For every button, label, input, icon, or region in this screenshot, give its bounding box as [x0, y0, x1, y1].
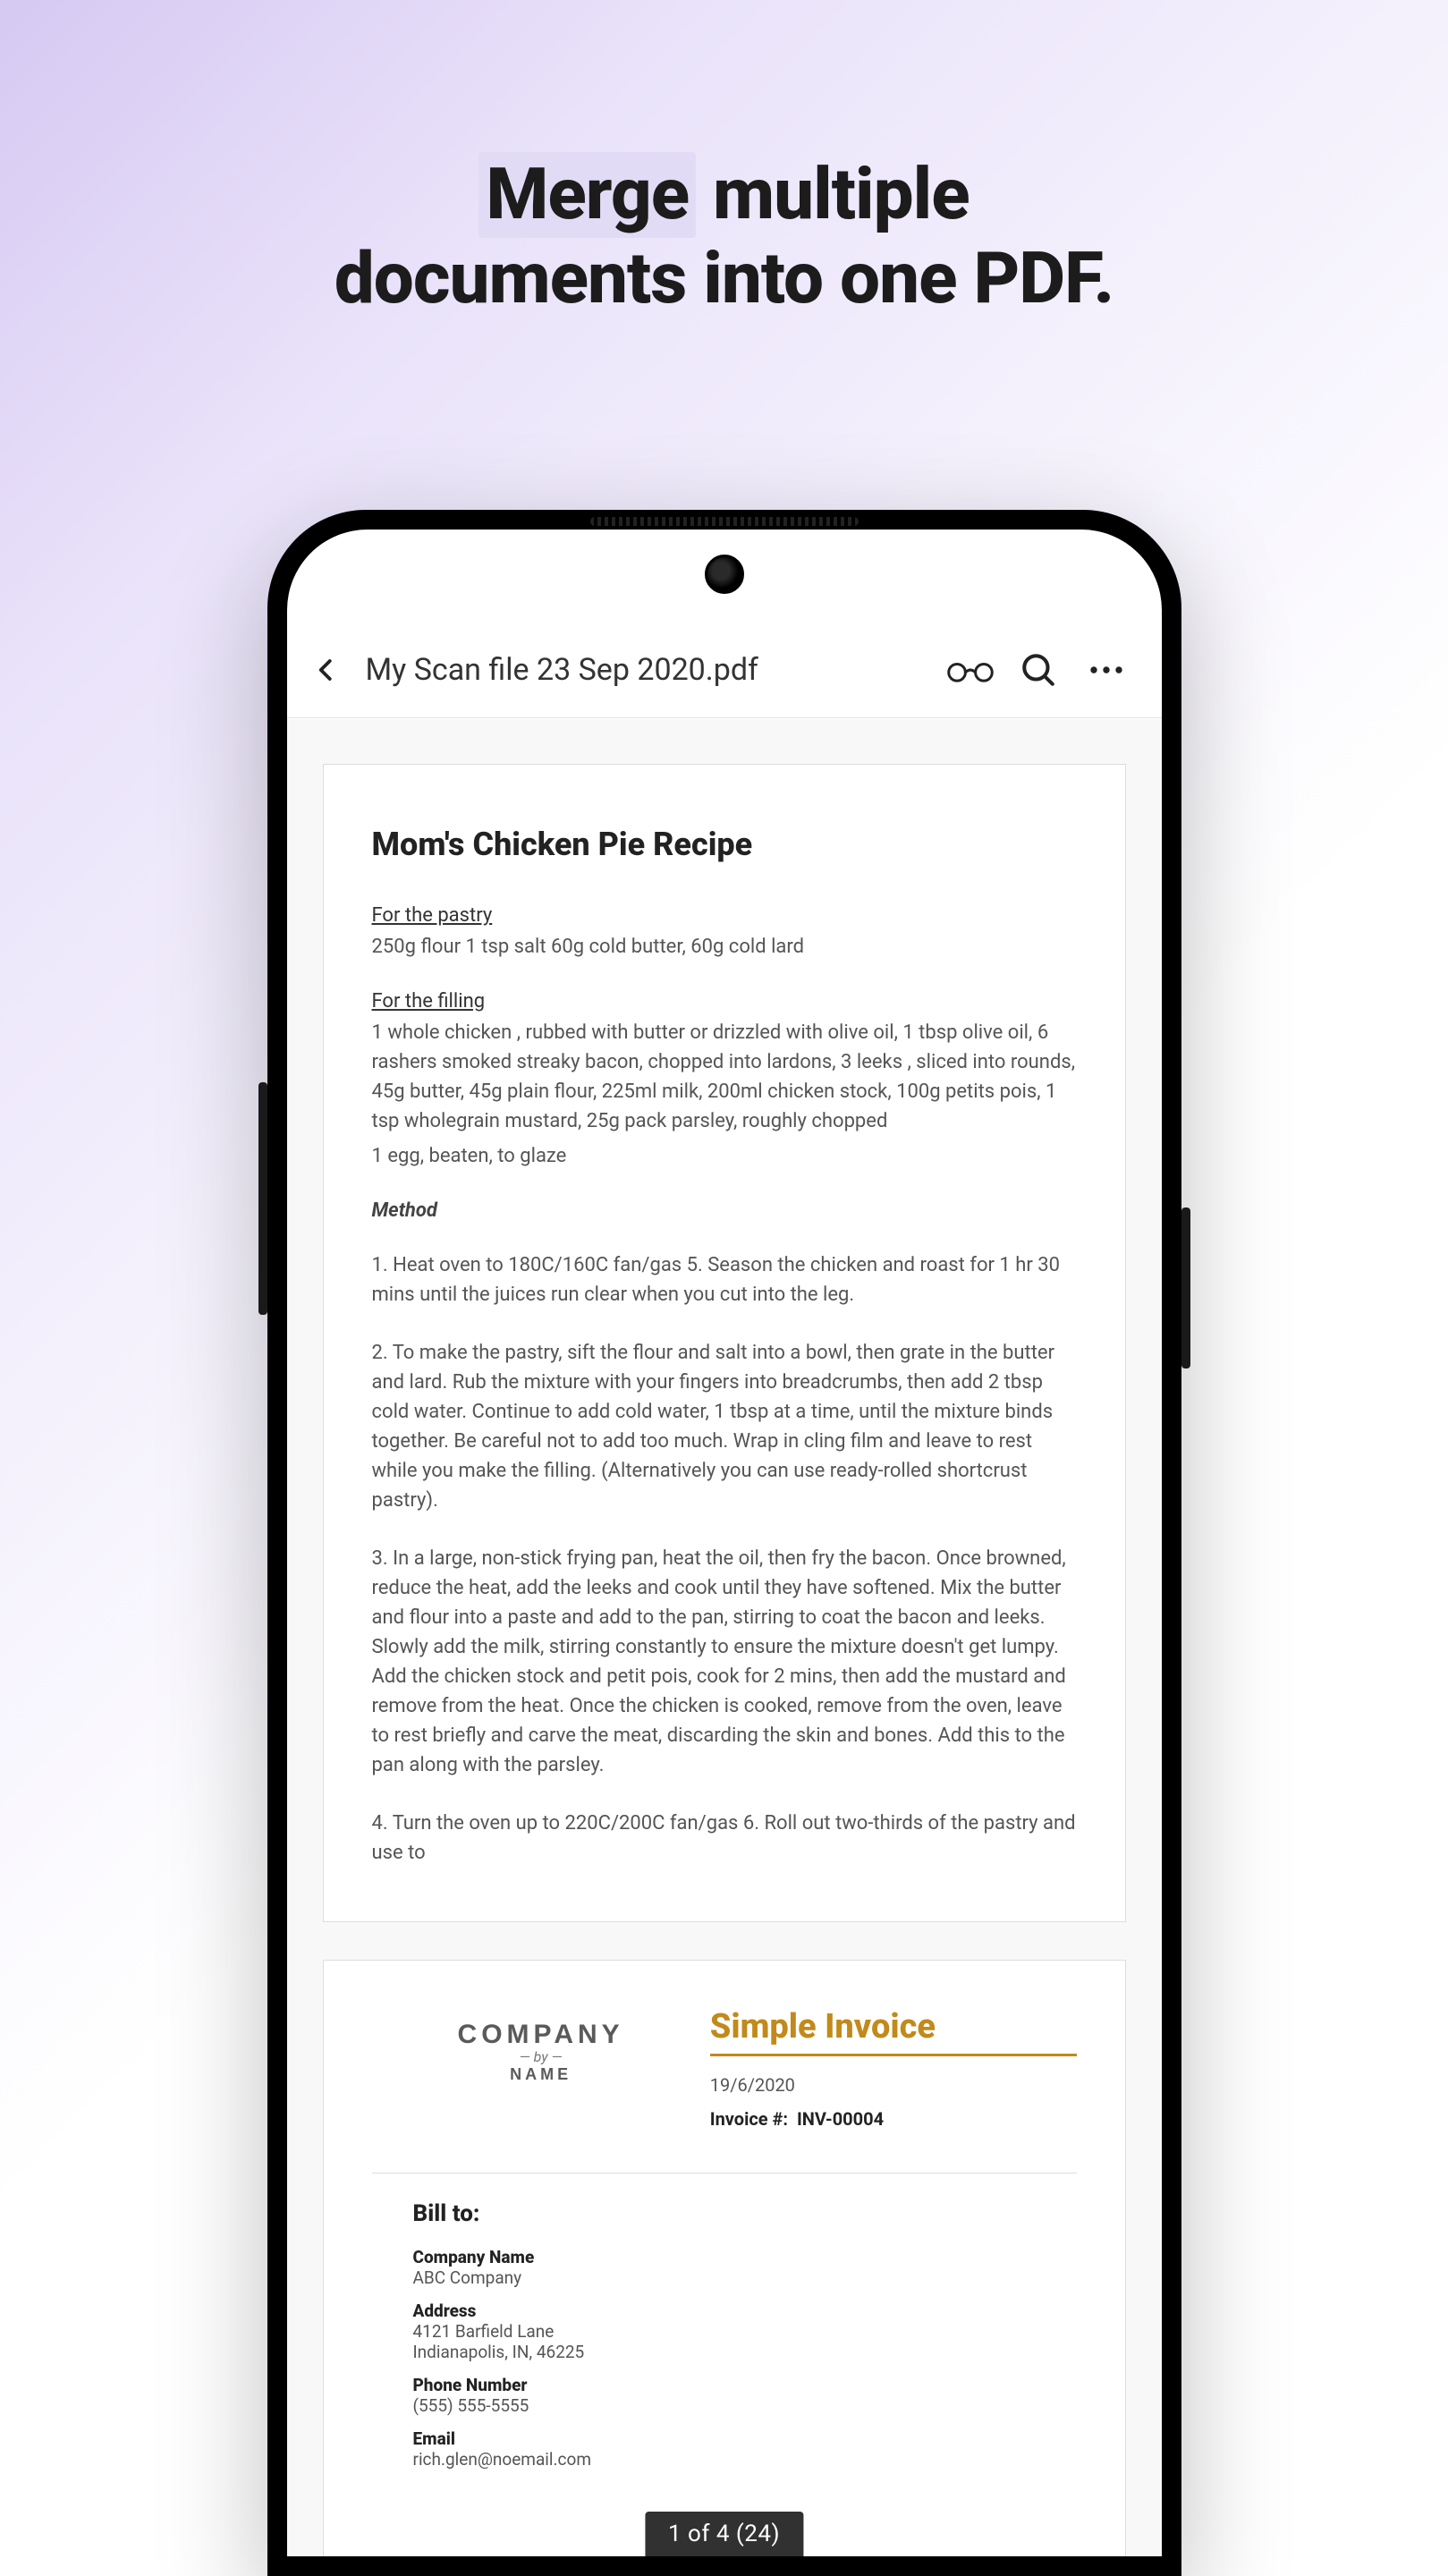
recipe-method-heading: Method	[372, 1199, 437, 1222]
back-button[interactable]	[305, 648, 348, 691]
headline-line2: documents into one PDF.	[334, 236, 1114, 320]
recipe-pastry-body: 250g flour 1 tsp salt 60g cold butter, 6…	[372, 932, 1077, 962]
recipe-title: Mom's Chicken Pie Recipe	[372, 826, 1077, 863]
recipe-step-1: 1. Heat oven to 180C/160C fan/gas 5. Sea…	[372, 1250, 1077, 1309]
invoice-divider	[372, 2173, 1077, 2174]
document-title: My Scan file 23 Sep 2020.pdf	[366, 652, 758, 688]
invoice-logo: COMPANY — by — NAME	[372, 2007, 710, 2084]
marketing-headline: Merge multiple documents into one PDF.	[0, 152, 1448, 321]
chevron-left-icon	[313, 652, 340, 688]
recipe-step-2: 2. To make the pastry, sift the flour an…	[372, 1338, 1077, 1515]
headline-line1-rest: multiple	[696, 152, 970, 236]
phone-screen: My Scan file 23 Sep 2020.pdf Mom's Chick…	[287, 530, 1162, 2556]
page-indicator: 1 of 4 (24)	[645, 2512, 803, 2556]
invoice-logo-top: COMPANY	[372, 2020, 710, 2050]
invoice-title: Simple Invoice	[710, 2007, 1077, 2056]
phone-volume-button	[258, 1082, 267, 1315]
invoice-logo-bottom: NAME	[372, 2065, 710, 2084]
invoice-bill-to-heading: Bill to:	[413, 2200, 1077, 2227]
pdf-viewer[interactable]: Mom's Chicken Pie Recipe For the pastry …	[287, 719, 1162, 2556]
topbar-divider	[287, 717, 1162, 718]
overflow-menu-button[interactable]	[1081, 645, 1131, 695]
invoice-date: 19/6/2020	[710, 2074, 1077, 2096]
recipe-pastry-heading: For the pastry	[372, 904, 493, 927]
more-horizontal-icon	[1088, 665, 1124, 675]
invoice-number-value: INV-00004	[797, 2108, 884, 2130]
invoice-email-value: rich.glen@noemail.com	[413, 2449, 1077, 2470]
phone-frame: My Scan file 23 Sep 2020.pdf Mom's Chick…	[267, 510, 1181, 2576]
recipe-step-4: 4. Turn the oven up to 220C/200C fan/gas…	[372, 1809, 1077, 1868]
recipe-filling-body2: 1 egg, beaten, to glaze	[372, 1141, 1077, 1171]
invoice-company-value: ABC Company	[413, 2267, 1077, 2288]
search-icon	[1020, 651, 1057, 689]
pdf-page-2: COMPANY — by — NAME Simple Invoice 19/6/…	[323, 1960, 1126, 2556]
recipe-filling-heading: For the filling	[372, 990, 486, 1013]
glasses-icon	[945, 655, 995, 685]
app-top-bar: My Scan file 23 Sep 2020.pdf	[287, 632, 1162, 708]
headline-highlight: Merge	[478, 152, 696, 238]
invoice-phone-value: (555) 555-5555	[413, 2395, 1077, 2416]
phone-earpiece	[590, 517, 859, 526]
pdf-page-1: Mom's Chicken Pie Recipe For the pastry …	[323, 764, 1126, 1922]
read-mode-button[interactable]	[945, 645, 995, 695]
invoice-number-label: Invoice #:	[710, 2108, 788, 2130]
phone-power-button	[1181, 1208, 1190, 1368]
invoice-company-label: Company Name	[413, 2247, 1077, 2267]
recipe-filling-body: 1 whole chicken , rubbed with butter or …	[372, 1018, 1077, 1136]
invoice-address-label: Address	[413, 2301, 1077, 2321]
recipe-step-3: 3. In a large, non-stick frying pan, hea…	[372, 1544, 1077, 1780]
invoice-logo-by: — by —	[372, 2048, 710, 2065]
invoice-address-line1: 4121 Barfield Lane	[413, 2321, 1077, 2342]
invoice-email-label: Email	[413, 2428, 1077, 2449]
invoice-address-line2: Indianapolis, IN, 46225	[413, 2342, 1077, 2362]
search-button[interactable]	[1013, 645, 1063, 695]
phone-front-camera	[705, 555, 744, 594]
invoice-bill-to: Bill to: Company Name ABC Company Addres…	[372, 2200, 1077, 2470]
invoice-phone-label: Phone Number	[413, 2375, 1077, 2395]
invoice-number: Invoice #: INV-00004	[710, 2108, 1077, 2130]
